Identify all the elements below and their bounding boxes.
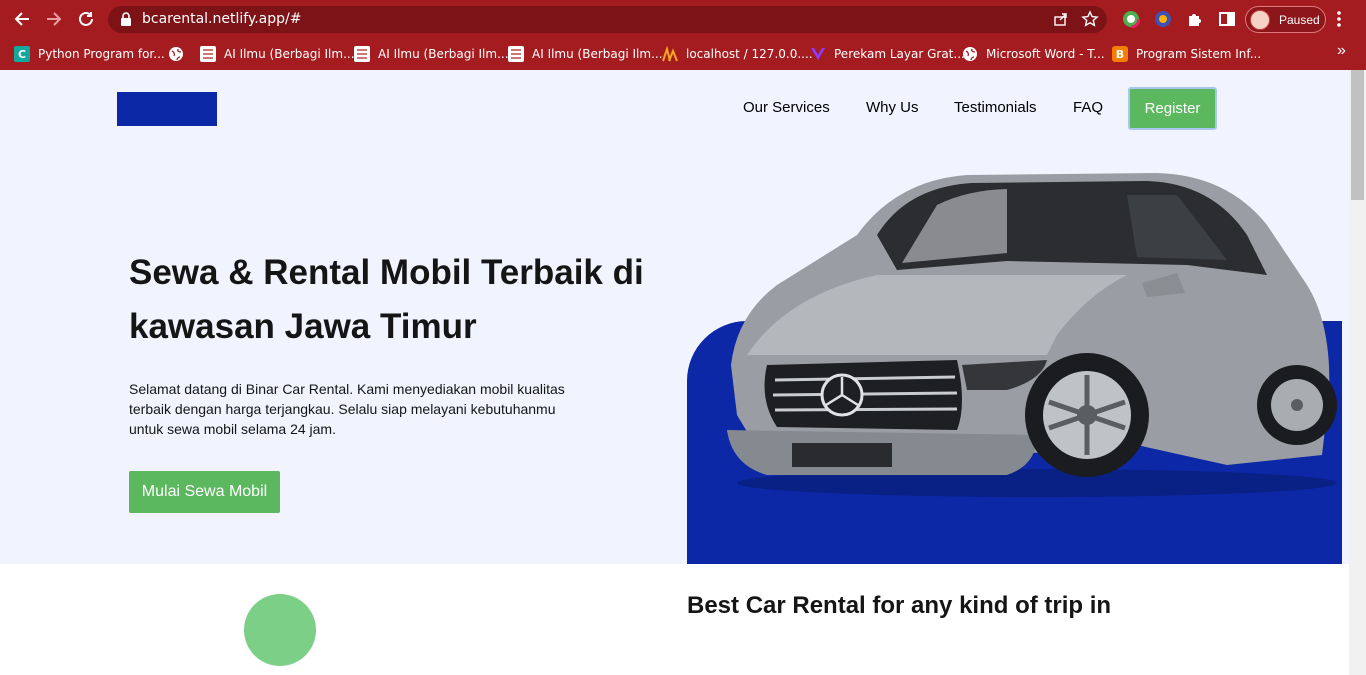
bookmark-label: AI Ilmu (Berbagi Ilm... xyxy=(378,47,509,61)
bookmark-item[interactable]: AI Ilmu (Berbagi Ilm... xyxy=(200,44,355,64)
bookmark-item[interactable]: AI Ilmu (Berbagi Ilm... xyxy=(508,44,663,64)
bookmark-label: Perekam Layar Grat... xyxy=(834,47,965,61)
doc-icon xyxy=(508,46,524,62)
globe-icon xyxy=(168,46,184,62)
address-bar[interactable]: bcarental.netlify.app/# xyxy=(108,6,1107,33)
bookmark-item[interactable]: Perekam Layar Grat... xyxy=(810,44,965,64)
more-bookmarks-button[interactable]: » xyxy=(1337,42,1346,60)
bookmark-item[interactable]: Microsoft Word - T... xyxy=(962,44,1105,64)
section-title: Best Car Rental for any kind of trip in xyxy=(687,592,1112,619)
scrollbar-thumb[interactable] xyxy=(1351,70,1364,200)
bookmark-label: AI Ilmu (Berbagi Ilm... xyxy=(532,47,663,61)
share-icon[interactable] xyxy=(1053,11,1069,32)
doc-icon xyxy=(354,46,370,62)
more-menu-icon[interactable] xyxy=(1336,9,1342,34)
bookmark-star-icon[interactable] xyxy=(1081,10,1099,33)
register-button[interactable]: Register xyxy=(1128,87,1217,130)
site-logo[interactable] xyxy=(117,92,217,126)
car-image xyxy=(727,173,1337,497)
bookmark-label: Microsoft Word - T... xyxy=(986,47,1105,61)
extension-color-icon[interactable] xyxy=(1121,9,1141,29)
bookmark-item[interactable]: localhost / 127.0.0.... xyxy=(662,44,813,64)
bookmark-label: Python Program for... xyxy=(38,47,165,61)
browser-toolbar: bcarental.netlify.app/# Paused xyxy=(0,0,1366,38)
phpmyadmin-icon xyxy=(662,46,678,62)
start-rent-button[interactable]: Mulai Sewa Mobil xyxy=(129,471,280,513)
extensions-puzzle-icon[interactable] xyxy=(1186,10,1204,28)
bookmarks-bar: C Python Program for... AI Ilmu (Berbagi… xyxy=(0,38,1366,70)
back-icon[interactable] xyxy=(10,7,34,31)
forward-icon[interactable] xyxy=(42,7,66,31)
bookmark-label: localhost / 127.0.0.... xyxy=(686,47,813,61)
hero-title: Sewa & Rental Mobil Terbaik di kawasan J… xyxy=(129,253,644,346)
bookmark-item[interactable]: C Python Program for... xyxy=(14,44,165,64)
side-panel-icon[interactable] xyxy=(1218,10,1236,28)
hero-section: Our Services Why Us Testimonials FAQ Reg… xyxy=(0,70,1349,564)
bookmark-label: AI Ilmu (Berbagi Ilm... xyxy=(224,47,355,61)
c-letter-icon: C xyxy=(14,46,30,62)
globe-icon xyxy=(962,46,978,62)
nav-testimonials[interactable]: Testimonials xyxy=(954,99,1037,116)
nav-why-us[interactable]: Why Us xyxy=(866,99,919,116)
nav-our-services[interactable]: Our Services xyxy=(743,99,830,116)
hero-description: Selamat datang di Binar Car Rental. Kami… xyxy=(129,381,565,437)
extension-badge-icon[interactable] xyxy=(1154,10,1172,28)
v-logo-icon xyxy=(810,46,826,62)
doc-icon xyxy=(200,46,216,62)
url-text[interactable]: bcarental.netlify.app/# xyxy=(142,11,301,27)
bookmark-item[interactable]: AI Ilmu (Berbagi Ilm... xyxy=(354,44,509,64)
bookmark-item[interactable] xyxy=(168,44,192,64)
avatar xyxy=(1250,10,1270,30)
reload-icon[interactable] xyxy=(74,7,98,31)
web-page: Our Services Why Us Testimonials FAQ Reg… xyxy=(0,70,1349,675)
profile-button[interactable]: Paused xyxy=(1245,6,1326,33)
nav-faq[interactable]: FAQ xyxy=(1073,99,1103,116)
profile-status: Paused xyxy=(1279,13,1320,27)
section-illustration xyxy=(244,594,316,666)
bookmark-item[interactable]: B Program Sistem Inf... xyxy=(1112,44,1261,64)
bookmark-label: Program Sistem Inf... xyxy=(1136,47,1262,61)
page-scrollbar[interactable] xyxy=(1349,70,1366,675)
lock-icon[interactable] xyxy=(120,12,132,31)
blogger-icon: B xyxy=(1112,46,1128,62)
